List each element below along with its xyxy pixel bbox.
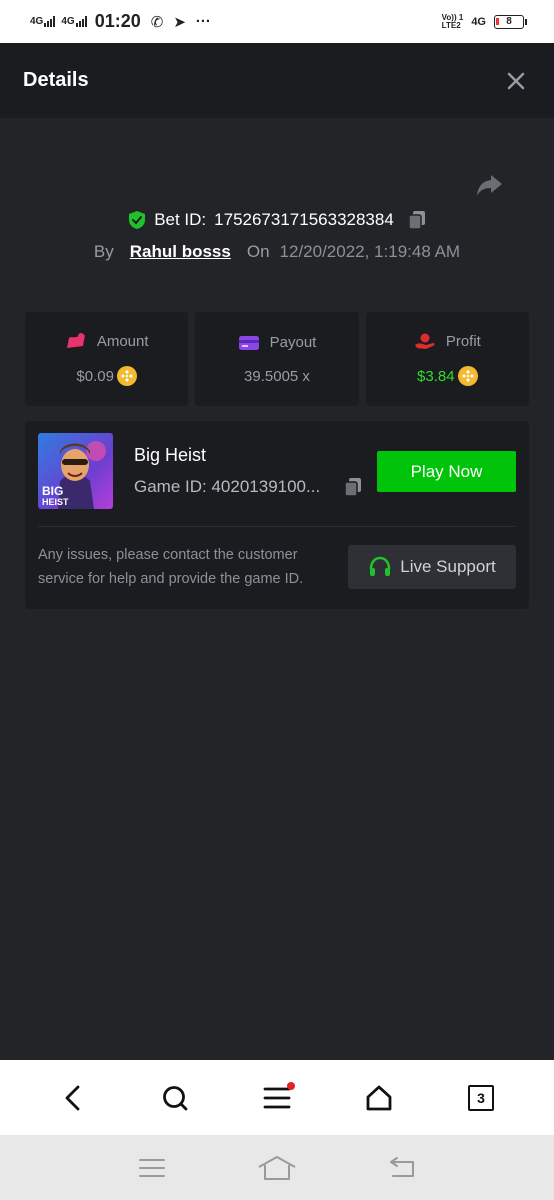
- search-button[interactable]: [153, 1076, 197, 1120]
- share-button[interactable]: [474, 170, 504, 200]
- system-back-button[interactable]: [382, 1148, 422, 1188]
- volte-indicator: Vo)) 1 LTE2: [441, 12, 464, 30]
- bet-id-value: 1752673171563328384: [214, 210, 394, 229]
- profit-value: $3.84: [417, 367, 455, 385]
- home-icon: [366, 1085, 392, 1110]
- bnb-coin-icon: [116, 366, 137, 386]
- bet-id-label: Bet ID:: [154, 210, 207, 229]
- play-now-button[interactable]: Play Now: [377, 451, 516, 492]
- system-back-icon: [389, 1156, 414, 1177]
- status-right: Vo)) 1 LTE2 4G 8: [441, 12, 527, 30]
- author-link[interactable]: Rahul bosss: [130, 242, 231, 262]
- bet-author-row: By Rahul bosss On 12/20/2022, 1:19:48 AM: [0, 242, 554, 262]
- network-4g-indicator: 4G: [471, 15, 486, 28]
- game-name[interactable]: Big Heist: [134, 445, 206, 466]
- signal-label-1: 4G: [30, 16, 44, 27]
- status-time: 01:20: [94, 11, 141, 31]
- live-support-label: Live Support: [400, 557, 496, 576]
- profit-label: Profit: [445, 332, 481, 350]
- payout-card: Payout 39.5005 x: [195, 312, 359, 406]
- notification-dot: [287, 1081, 295, 1090]
- status-bar: 4G 4G 01:20 ✆ ➤ ··· Vo)) 1 LTE2 4G 8: [0, 0, 554, 43]
- payout-label: Payout: [269, 334, 317, 351]
- close-icon: [507, 72, 525, 89]
- telegram-icon: ➤: [173, 13, 186, 31]
- profit-icon: [414, 333, 435, 349]
- game-thumbnail[interactable]: BIG HEIST: [38, 433, 113, 509]
- home-button[interactable]: [357, 1076, 401, 1120]
- copy-bet-id-icon[interactable]: [408, 210, 426, 230]
- signal-bars-icon: [44, 16, 56, 27]
- on-label: On: [246, 242, 270, 261]
- amount-label: Amount: [96, 332, 149, 350]
- search-icon: [163, 1085, 188, 1110]
- copy-game-id-icon[interactable]: [344, 477, 362, 497]
- signal-indicator-1: 4G: [30, 16, 56, 27]
- battery-icon: 8: [494, 14, 527, 29]
- share-icon: [477, 175, 502, 196]
- tabs-button[interactable]: 3: [459, 1076, 503, 1120]
- amount-icon: [66, 333, 85, 348]
- status-left: 4G 4G 01:20 ✆ ➤ ···: [30, 11, 211, 32]
- back-button[interactable]: [51, 1076, 95, 1120]
- amount-card: Amount $0.09: [25, 312, 189, 406]
- game-card: BIG HEIST Big Heist Game ID: 4020139100.…: [25, 421, 529, 609]
- payout-card-icon: [238, 335, 259, 350]
- verified-shield-icon: [129, 211, 146, 229]
- thumb-title-line1: BIG: [42, 484, 63, 498]
- bet-stats: Amount $0.09 Payout 39.5005 x Profit $3.…: [25, 312, 529, 406]
- support-help-text: Any issues, please contact the customer …: [38, 547, 304, 587]
- payout-value: 39.5005 x: [244, 367, 310, 385]
- menu-button[interactable]: [255, 1076, 299, 1120]
- browser-bottom-nav: 3: [0, 1060, 554, 1135]
- recent-apps-button[interactable]: [132, 1148, 172, 1188]
- amount-value: $0.09: [76, 367, 114, 385]
- page-title: Details: [23, 69, 89, 91]
- bet-date: 12/20/2022, 1:19:48 AM: [279, 242, 461, 261]
- close-button[interactable]: [501, 66, 531, 96]
- signal-label-2: 4G: [61, 16, 75, 27]
- game-id-value: Game ID: 4020139100...: [134, 477, 321, 496]
- headphones-icon: [370, 556, 391, 576]
- game-id-row: Game ID: 4020139100...: [134, 477, 362, 497]
- more-notifications-icon: ···: [195, 13, 211, 30]
- bnb-coin-icon: [457, 366, 478, 386]
- live-support-button[interactable]: Live Support: [348, 545, 516, 589]
- recents-icon: [139, 1158, 166, 1177]
- chevron-left-icon: [65, 1085, 80, 1110]
- details-header: Details: [0, 43, 554, 118]
- system-nav-bar: [0, 1135, 554, 1200]
- card-divider: [38, 526, 516, 527]
- system-home-icon: [258, 1155, 296, 1180]
- tabs-count: 3: [477, 1089, 485, 1106]
- thumb-title-line2: HEIST: [42, 497, 69, 507]
- battery-level: 8: [506, 16, 512, 27]
- big-heist-artwork: BIG HEIST: [38, 433, 113, 509]
- system-home-button[interactable]: [257, 1148, 297, 1188]
- signal-bars-icon: [75, 16, 87, 27]
- signal-indicator-2: 4G: [61, 16, 87, 27]
- hamburger-menu-icon: [263, 1087, 291, 1108]
- missed-call-icon: ✆: [150, 13, 164, 31]
- profit-card: Profit $3.84: [365, 312, 529, 406]
- by-label: By: [93, 242, 114, 261]
- tabs-count-icon: 3: [468, 1084, 494, 1111]
- bet-id-row: Bet ID: 1752673171563328384: [0, 210, 554, 230]
